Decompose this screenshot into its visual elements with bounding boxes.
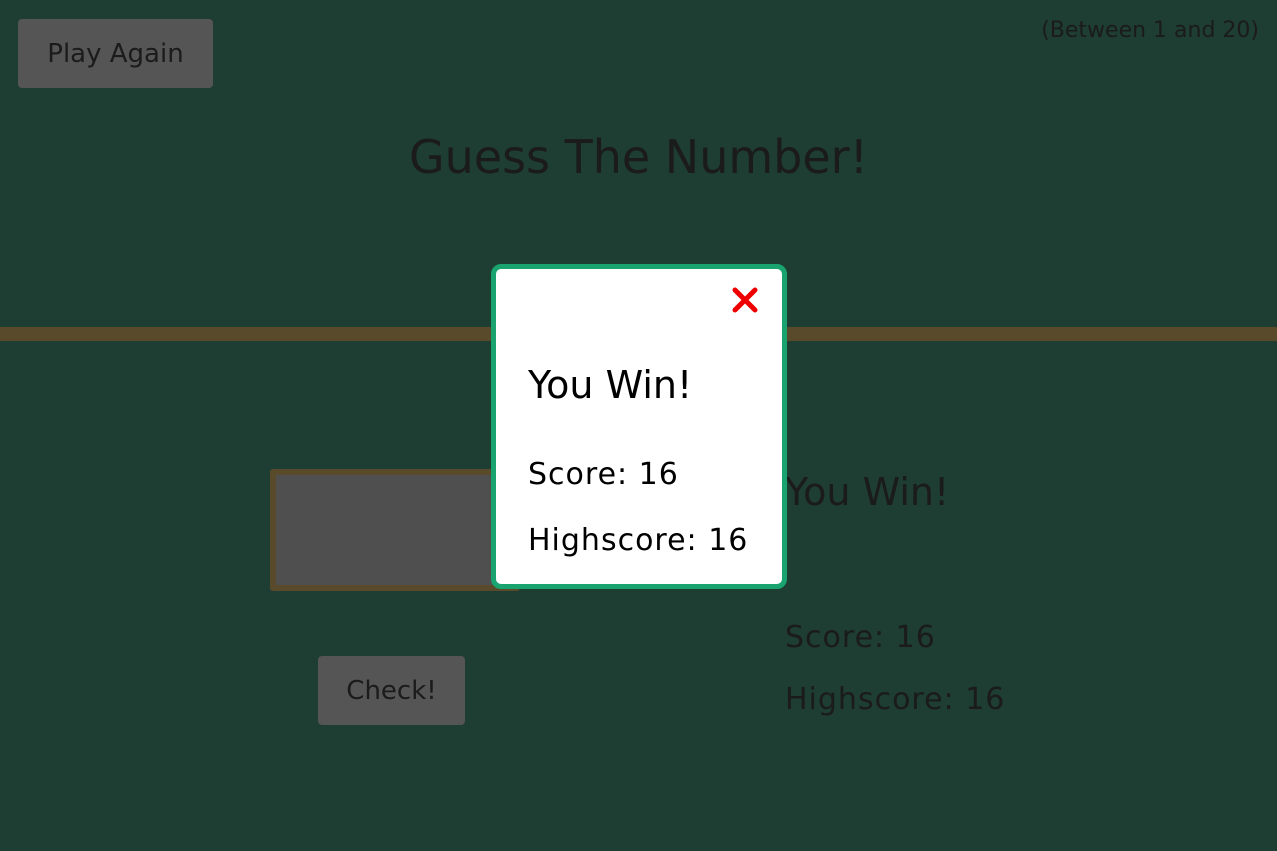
highscore-text: Highscore: 16	[785, 682, 1006, 717]
win-modal: You Win! Score: 16 Highscore: 16	[491, 264, 787, 589]
check-button[interactable]: Check!	[318, 656, 465, 725]
modal-highscore: Highscore: 16	[528, 523, 749, 558]
close-icon[interactable]	[728, 283, 762, 317]
score-text: Score: 16	[785, 620, 936, 655]
guess-input[interactable]	[270, 469, 520, 591]
modal-title: You Win!	[528, 363, 693, 407]
range-hint: (Between 1 and 20)	[1041, 18, 1259, 43]
play-again-button[interactable]: Play Again	[18, 19, 213, 88]
page-title: Guess The Number!	[408, 130, 869, 184]
modal-score: Score: 16	[528, 457, 679, 492]
result-message: You Win!	[785, 470, 950, 514]
